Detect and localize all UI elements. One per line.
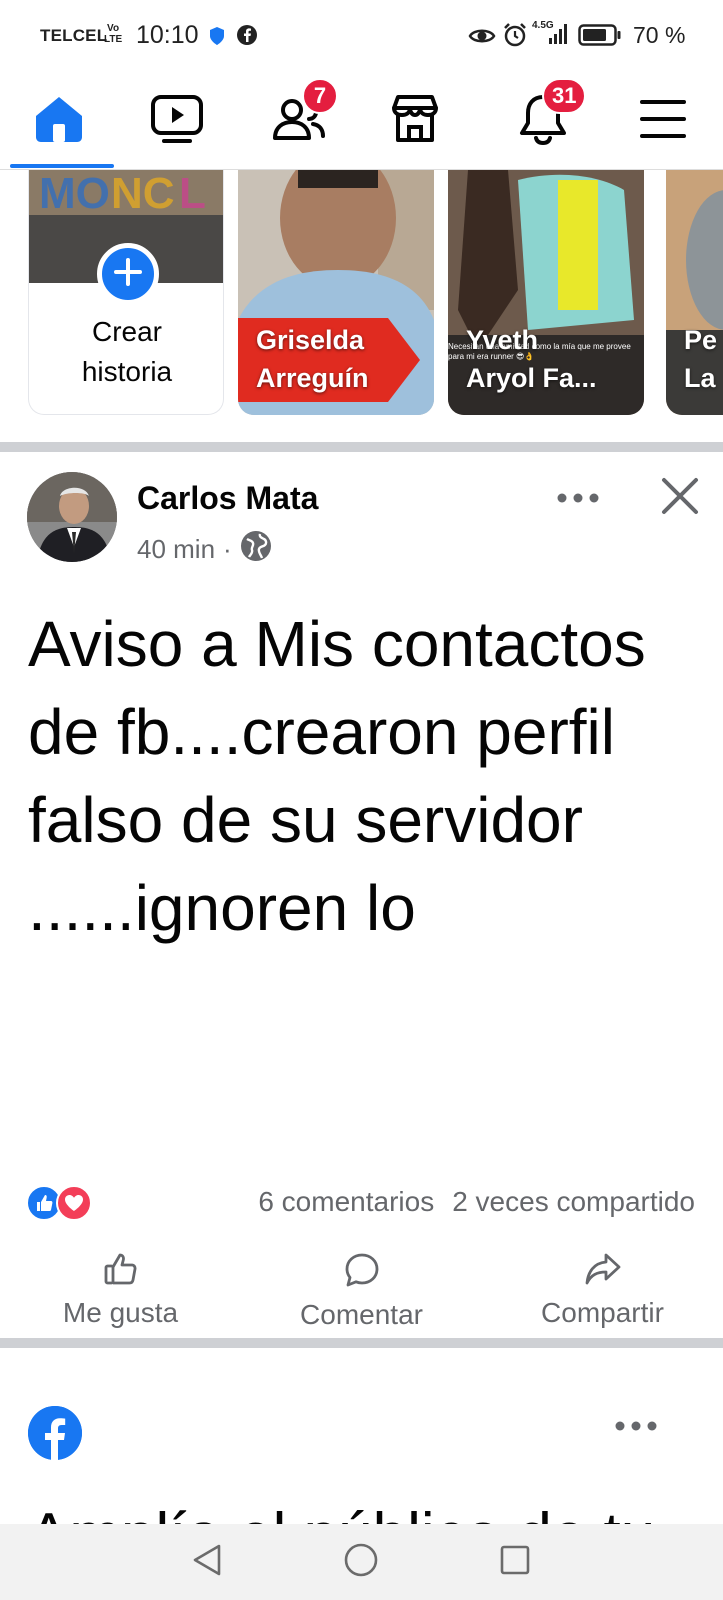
volte-indicator: Vo LTE <box>104 23 122 45</box>
friends-badge: 7 <box>302 78 338 114</box>
home-icon <box>33 94 85 149</box>
post-header: Carlos Mata 40 min · <box>0 452 723 572</box>
meta-separator: · <box>223 534 232 564</box>
home-circle-icon <box>343 1542 379 1583</box>
top-nav-bar: 7 31 <box>0 72 723 170</box>
more-horizontal-icon <box>614 1419 658 1437</box>
story-card[interactable]: Griselda Arreguín <box>238 170 434 415</box>
story-author-line1: Pe <box>684 325 718 355</box>
post-meta: 40 min · <box>137 530 272 569</box>
stories-tray: MO NC L Crear historia Griselda Arreguín… <box>0 170 723 442</box>
post-text: Aviso a Mis contactos de fb....crearon p… <box>28 608 646 944</box>
share-label: Compartir <box>541 1297 664 1328</box>
svg-text:NC: NC <box>111 170 175 218</box>
next-post: Amplía el público de tu <box>0 1348 723 1524</box>
battery-percent: 70 % <box>633 22 686 48</box>
alarm-icon <box>502 22 528 53</box>
video-icon <box>150 94 204 149</box>
nav-home[interactable] <box>4 72 114 170</box>
feed-divider <box>0 442 723 452</box>
create-story-card[interactable]: MO NC L Crear historia <box>28 170 224 415</box>
post-options-button[interactable] <box>552 480 604 520</box>
status-bar: TELCEL Vo LTE 10:10 4.5G 70 % <box>0 0 723 72</box>
post-time[interactable]: 40 min <box>137 534 215 565</box>
story-author-line2: Arreguín <box>256 363 369 393</box>
share-count[interactable]: 2 veces compartido <box>452 1186 695 1218</box>
like-button[interactable]: Me gusta <box>0 1252 241 1334</box>
shield-icon <box>208 26 226 51</box>
more-horizontal-icon <box>556 491 600 509</box>
plus-icon <box>113 257 143 292</box>
thumbs-up-icon <box>103 1252 139 1293</box>
story-author: Yveth Aryol Fa... <box>466 321 597 397</box>
nav-marketplace[interactable] <box>360 72 470 170</box>
story-author-line2: Aryol Fa... <box>466 363 597 393</box>
post-actions: Me gusta Comentar Compartir <box>0 1252 723 1334</box>
facebook-small-icon <box>236 24 258 51</box>
home-button[interactable] <box>337 1538 385 1586</box>
like-label: Me gusta <box>62 1297 179 1328</box>
story-author: Pe La <box>684 321 717 397</box>
hide-post-button[interactable] <box>656 474 704 522</box>
signal-icon <box>548 22 570 51</box>
eye-icon <box>468 26 496 51</box>
recents-button[interactable] <box>491 1538 539 1586</box>
next-post-title: Amplía el público de tu <box>28 1500 655 1524</box>
story-card[interactable]: Necesitan una amistad como la mía que me… <box>448 170 644 415</box>
svg-text:MO: MO <box>39 170 110 218</box>
add-story-button[interactable] <box>97 243 159 305</box>
globe-icon <box>240 530 272 569</box>
create-story-line2: historia <box>81 356 173 387</box>
comment-button[interactable]: Comentar <box>241 1252 482 1334</box>
story-author-line1: Griselda <box>256 325 365 355</box>
create-story-label: Crear historia <box>29 312 223 392</box>
store-icon <box>389 94 441 149</box>
menu-icon <box>639 98 687 145</box>
comment-icon <box>344 1252 380 1295</box>
comment-label: Comentar <box>300 1299 423 1330</box>
battery-icon <box>578 24 622 51</box>
system-navigation-bar <box>0 1524 723 1600</box>
love-reaction-icon <box>56 1185 92 1221</box>
clock: 10:10 <box>136 21 199 49</box>
nav-watch[interactable] <box>122 72 232 170</box>
reaction-summary[interactable] <box>26 1183 92 1223</box>
avatar[interactable] <box>27 472 117 562</box>
share-button[interactable]: Compartir <box>482 1252 723 1334</box>
nav-friends[interactable]: 7 <box>244 72 354 170</box>
notifications-badge: 31 <box>542 78 587 114</box>
back-triangle-icon <box>190 1543 224 1582</box>
engagement-counts: 6 comentarios 2 veces compartido <box>258 1186 695 1218</box>
story-card[interactable]: Pe La <box>666 170 723 415</box>
create-story-line1: Crear <box>91 316 162 347</box>
share-icon <box>584 1252 622 1293</box>
story-author-line1: Yveth <box>466 325 539 355</box>
comment-count[interactable]: 6 comentarios <box>258 1186 434 1218</box>
nav-notifications[interactable]: 31 <box>488 72 598 170</box>
volte-bottom: LTE <box>104 34 123 45</box>
post-options-button[interactable] <box>610 1408 662 1448</box>
close-icon <box>661 477 699 520</box>
story-author-line2: La <box>684 363 716 393</box>
carrier-label: TELCEL <box>40 26 108 45</box>
volte-top: Vo <box>107 23 120 34</box>
post-author[interactable]: Carlos Mata <box>137 480 318 517</box>
back-button[interactable] <box>183 1538 231 1586</box>
story-author: Griselda Arreguín <box>256 321 369 397</box>
nav-menu[interactable] <box>608 72 718 170</box>
feed-divider <box>0 1338 723 1348</box>
svg-text:L: L <box>179 170 206 218</box>
recents-square-icon <box>499 1544 531 1581</box>
facebook-logo-icon[interactable] <box>28 1406 82 1460</box>
